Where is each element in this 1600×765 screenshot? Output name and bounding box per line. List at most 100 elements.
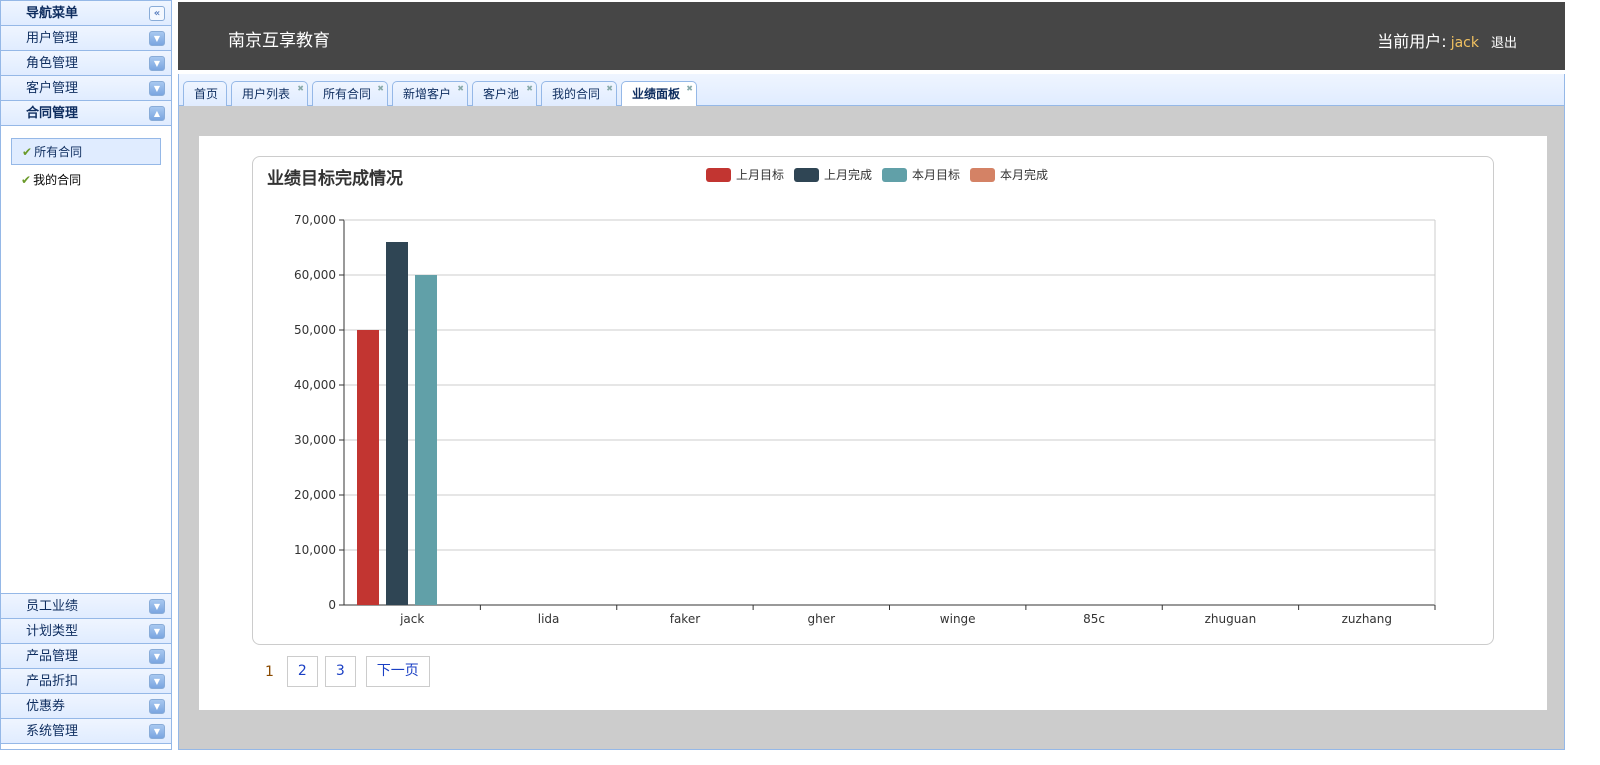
legend-item[interactable]: 上月完成 bbox=[794, 166, 872, 183]
tab[interactable]: 首页 bbox=[183, 81, 227, 106]
legend-swatch bbox=[706, 167, 731, 182]
chart-container: 0 10,000 20,000 30,000 40,000 50,000 60,000 70,… bbox=[252, 156, 1494, 645]
tab-label: 用户列表 bbox=[242, 87, 291, 101]
legend-item[interactable]: 上月目标 bbox=[706, 166, 784, 183]
x-tick-label: zuzhang bbox=[1342, 612, 1392, 626]
sidebar-title: 导航菜单 bbox=[26, 6, 79, 21]
x-tick-label: 85c bbox=[1083, 612, 1105, 626]
close-icon[interactable]: ✖ bbox=[377, 85, 384, 93]
tab[interactable]: 业绩面板 ✖ bbox=[621, 81, 697, 107]
y-tick-label: 20,000 bbox=[294, 488, 336, 502]
page-2[interactable]: 2 bbox=[286, 656, 318, 687]
next-page-button[interactable]: 下一页 bbox=[365, 656, 430, 687]
y-tick-label: 40,000 bbox=[294, 378, 336, 392]
panel-label: 计划类型 bbox=[26, 624, 79, 639]
panel-label: 产品管理 bbox=[26, 649, 79, 664]
tab-label: 业绩面板 bbox=[632, 87, 681, 101]
bar-jack-1[interactable] bbox=[386, 242, 408, 605]
bar-chart: 0 10,000 20,000 30,000 40,000 50,000 60,000 70,… bbox=[294, 213, 1436, 626]
legend-label: 上月完成 bbox=[824, 168, 873, 182]
close-icon[interactable]: ✖ bbox=[686, 85, 693, 93]
panel-5[interactable]: 系统管理 ▼ bbox=[1, 719, 171, 744]
panel-0[interactable]: 员工业绩 ▼ bbox=[1, 594, 171, 619]
chevron-down-icon[interactable]: ▼ bbox=[149, 699, 165, 714]
panel-label: 角色管理 bbox=[26, 56, 79, 71]
pager: 1 2 3 下一页 bbox=[259, 656, 430, 687]
y-tick-label: 10,000 bbox=[294, 543, 336, 557]
panel-contract-management[interactable]: 合同管理 ▲ bbox=[1, 101, 171, 126]
tab-label: 首页 bbox=[194, 87, 219, 101]
y-tick-label: 50,000 bbox=[294, 323, 336, 337]
panel-2[interactable]: 客户管理 ▼ bbox=[1, 76, 171, 101]
menu-item[interactable]: ✔ 所有合同 bbox=[11, 138, 161, 165]
chevron-down-icon[interactable]: ▼ bbox=[149, 649, 165, 664]
tab[interactable]: 客户池 ✖ bbox=[472, 81, 537, 106]
tab[interactable]: 新增客户 ✖ bbox=[392, 81, 468, 106]
panel-label: 产品折扣 bbox=[26, 674, 79, 689]
panel-2[interactable]: 产品管理 ▼ bbox=[1, 644, 171, 669]
panel-label: 用户管理 bbox=[26, 31, 79, 46]
x-tick-label: winge bbox=[940, 612, 976, 626]
content-area: 0 10,000 20,000 30,000 40,000 50,000 60,000 70,… bbox=[178, 106, 1565, 750]
user-info: 当前用户: jack 退出 bbox=[1377, 28, 1517, 52]
panel-label: 合同管理 bbox=[26, 106, 79, 121]
legend-label: 本月完成 bbox=[1000, 168, 1049, 182]
close-icon[interactable]: ✖ bbox=[606, 85, 613, 93]
y-tick-label: 30,000 bbox=[294, 433, 336, 447]
brand-title: 南京互享教育 bbox=[228, 31, 330, 51]
user-name: jack bbox=[1450, 35, 1479, 51]
y-tick-label: 60,000 bbox=[294, 268, 336, 282]
chevron-down-icon[interactable]: ▼ bbox=[149, 674, 165, 689]
chevron-down-icon[interactable]: ▼ bbox=[149, 724, 165, 739]
logout-link[interactable]: 退出 bbox=[1491, 36, 1517, 51]
panel-1[interactable]: 角色管理 ▼ bbox=[1, 51, 171, 76]
bar-jack-0[interactable] bbox=[357, 330, 379, 605]
x-tick-label: lida bbox=[538, 612, 560, 626]
chart-legend: 上月目标 上月完成 本月目标 本月完成 bbox=[706, 166, 1048, 183]
y-tick-label: 70,000 bbox=[294, 213, 336, 227]
chevron-down-icon[interactable]: ▼ bbox=[149, 599, 165, 614]
x-tick-label: faker bbox=[670, 612, 700, 626]
panel-4[interactable]: 优惠券 ▼ bbox=[1, 694, 171, 719]
tab[interactable]: 所有合同 ✖ bbox=[312, 81, 388, 106]
dashboard-card: 0 10,000 20,000 30,000 40,000 50,000 60,000 70,… bbox=[199, 136, 1547, 710]
panel-label: 系统管理 bbox=[26, 724, 79, 739]
page-3[interactable]: 3 bbox=[324, 656, 356, 687]
legend-label: 本月目标 bbox=[912, 168, 961, 182]
close-icon[interactable]: ✖ bbox=[297, 85, 304, 93]
panel-0[interactable]: 用户管理 ▼ bbox=[1, 26, 171, 51]
legend-swatch bbox=[970, 167, 996, 182]
check-icon: ✔ bbox=[21, 173, 32, 187]
legend-label: 上月目标 bbox=[736, 168, 785, 182]
panel-label: 优惠券 bbox=[26, 699, 66, 714]
page-current: 1 bbox=[265, 663, 274, 680]
sidebar: 导航菜单 « 用户管理 ▼ 角色管理 ▼ 客户管理 ▼ 合同管理 ▲ ✔ 所有合同 ✔ 我的合同 员… bbox=[0, 0, 172, 750]
legend-swatch bbox=[794, 167, 820, 182]
tab-label: 新增客户 bbox=[403, 87, 452, 101]
tab-label: 客户池 bbox=[483, 87, 520, 101]
chevron-down-icon[interactable]: ▼ bbox=[149, 31, 165, 46]
chevron-down-icon[interactable]: ▼ bbox=[149, 81, 165, 96]
x-tick-label: jack bbox=[399, 612, 424, 626]
close-icon[interactable]: ✖ bbox=[457, 85, 464, 93]
tab-strip: 首页 用户列表 ✖ 所有合同 ✖ 新增客户 ✖ 客户池 ✖ 我的合同 ✖ 业绩面板 ✖ bbox=[178, 74, 1565, 107]
legend-item[interactable]: 本月目标 bbox=[882, 166, 960, 183]
menu-item[interactable]: ✔ 我的合同 bbox=[11, 167, 161, 194]
legend-item[interactable]: 本月完成 bbox=[970, 166, 1048, 183]
tab-label: 我的合同 bbox=[552, 87, 601, 101]
chevron-down-icon[interactable]: ▼ bbox=[149, 624, 165, 639]
tab[interactable]: 我的合同 ✖ bbox=[541, 81, 617, 106]
chart-title: 业绩目标完成情况 bbox=[267, 169, 403, 189]
chevron-down-icon[interactable]: ▼ bbox=[149, 56, 165, 71]
tab[interactable]: 用户列表 ✖ bbox=[231, 81, 308, 106]
chevron-up-icon[interactable]: ▲ bbox=[149, 106, 165, 121]
panel-3[interactable]: 产品折扣 ▼ bbox=[1, 669, 171, 694]
close-icon[interactable]: ✖ bbox=[526, 85, 533, 93]
panel-body: ✔ 所有合同 ✔ 我的合同 bbox=[1, 126, 171, 593]
x-tick-label: zhuguan bbox=[1205, 612, 1257, 626]
bar-jack-2[interactable] bbox=[415, 275, 437, 605]
panel-label: 员工业绩 bbox=[26, 599, 79, 614]
menu-item-label: 所有合同 bbox=[34, 145, 83, 159]
collapse-icon[interactable]: « bbox=[149, 6, 165, 21]
panel-1[interactable]: 计划类型 ▼ bbox=[1, 619, 171, 644]
